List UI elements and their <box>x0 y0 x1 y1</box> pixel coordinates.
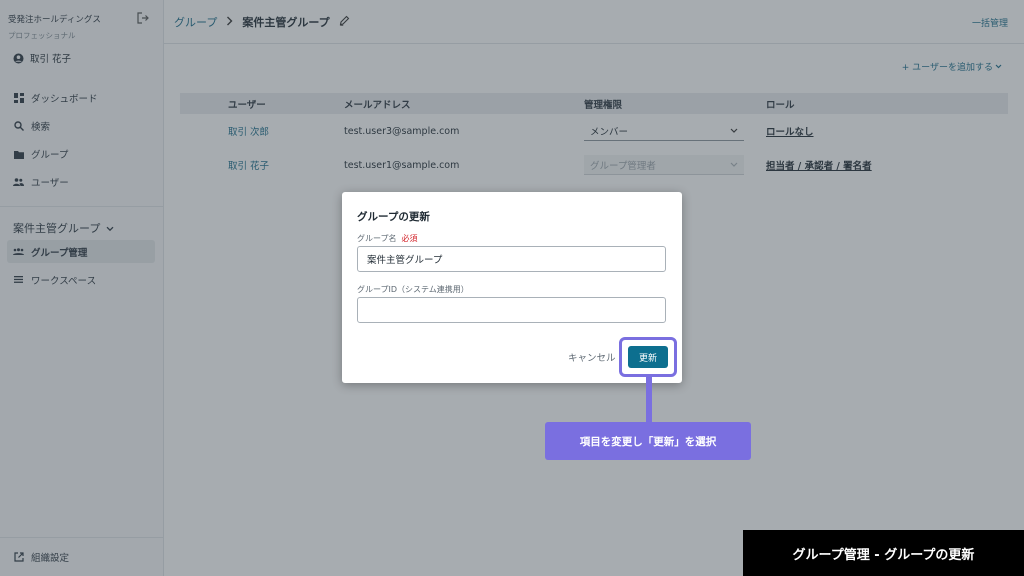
app-window: 受発注ホールディングス プロフェッショナル 取引 花子 ダッシュボード 検索 グ… <box>0 0 1024 576</box>
group-name-input[interactable]: 案件主管グループ <box>357 246 666 272</box>
tutorial-caption: グループ管理 - グループの更新 <box>743 530 1024 576</box>
dialog-title: グループの更新 <box>357 211 430 223</box>
group-name-label: グループ名 必須 <box>357 233 418 244</box>
instruction-callout: 項目を変更し「更新」を選択 <box>545 422 751 460</box>
callout-connector <box>646 377 652 422</box>
group-name-value: 案件主管グループ <box>367 255 443 266</box>
group-name-label-text: グループ名 <box>357 234 397 243</box>
group-id-label: グループID（システム連携用） <box>357 285 469 294</box>
required-badge: 必須 <box>401 234 418 243</box>
update-button[interactable]: 更新 <box>628 346 668 368</box>
cancel-button[interactable]: キャンセル <box>568 350 616 364</box>
group-id-input[interactable] <box>357 297 666 323</box>
